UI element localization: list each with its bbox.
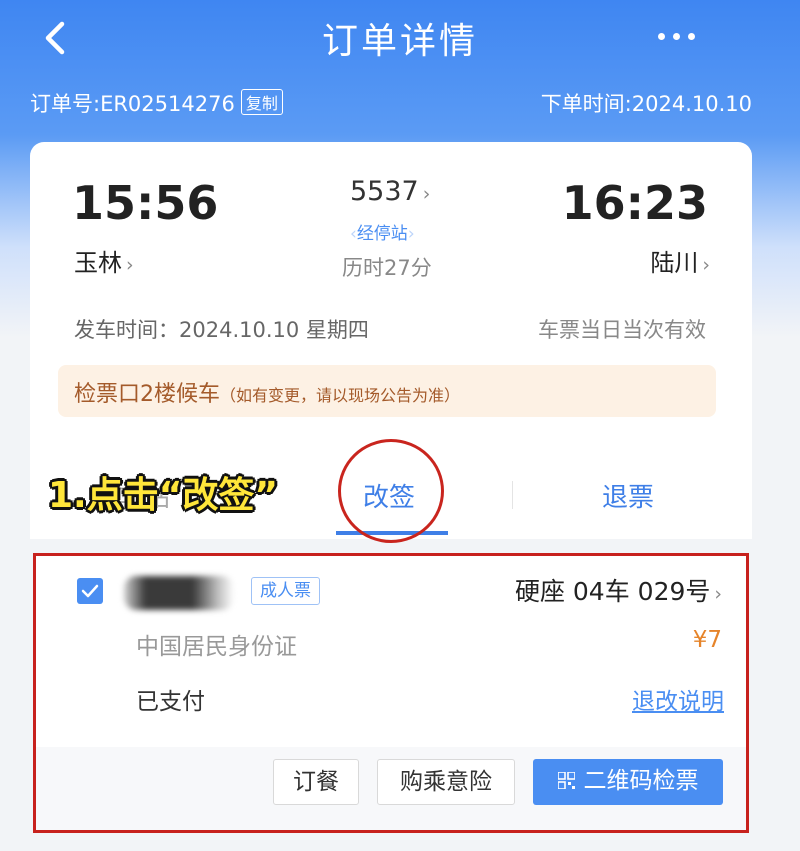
tab-refund[interactable]: 退票	[602, 477, 654, 514]
order-time: 下单时间:2024.10.10	[540, 92, 752, 116]
action-tabs: 在车站 改签 退票 1.点击“改签”	[30, 439, 752, 543]
chevron-right-icon: ›	[714, 583, 722, 605]
ticket-type-badge: 成人票	[251, 577, 320, 605]
from-station-label: 玉林	[74, 249, 122, 277]
copy-button[interactable]: 复制	[240, 89, 283, 115]
stops-label: 经停站	[356, 224, 408, 244]
check-icon	[81, 584, 99, 598]
refund-rules-link[interactable]: 退改说明	[632, 682, 724, 716]
tutorial-annotation: 1.点击“改签”	[48, 475, 279, 516]
seat-info[interactable]: 硬座 04车 029号 ›	[515, 572, 722, 608]
stops-link[interactable]: ‹经停站›	[350, 219, 415, 244]
qr-check-label: 二维码检票	[583, 768, 699, 794]
passenger-ticket: 成人票 硬座 04车 029号 › 中国居民身份证 ¥7 已支付 退改说明 订餐 …	[33, 553, 749, 833]
passenger-checkbox[interactable]	[77, 578, 103, 604]
ticket-validity: 车票当日当次有效	[538, 318, 706, 342]
gate-note: （如有变更，请以现场公告为准）	[220, 386, 461, 405]
to-station-label: 陆川	[650, 249, 699, 277]
qr-check-button[interactable]: 二维码检票	[533, 759, 723, 805]
gate-notice-text: 检票口2楼候车（如有变更，请以现场公告为准）	[74, 376, 460, 408]
buy-insurance-button[interactable]: 购乘意险	[377, 759, 515, 805]
from-station[interactable]: 玉林 ›	[74, 243, 134, 278]
chevron-right-icon: ›	[422, 183, 431, 205]
depart-time: 15:56	[72, 176, 219, 230]
chevron-right-icon: ›	[702, 254, 710, 276]
order-number: 订单号:ER02514276	[30, 92, 235, 116]
payment-status: 已支付	[136, 689, 205, 715]
stop-line-left-icon: ‹	[350, 224, 357, 244]
order-meal-button[interactable]: 订餐	[273, 759, 359, 805]
action-bar: 订餐 购乘意险 二维码检票	[36, 747, 746, 830]
more-dots-icon	[658, 33, 665, 40]
gate-label: 检票口2楼候车	[74, 382, 220, 407]
stop-line-right-icon: ›	[407, 224, 415, 244]
depart-date: 发车时间：2024.10.10 星期四	[74, 318, 369, 342]
order-number-row: 订单号:ER02514276 复制	[30, 88, 283, 118]
qr-code-icon	[557, 772, 575, 789]
to-station[interactable]: 陆川 ›	[650, 243, 710, 278]
arrive-time: 16:23	[561, 176, 708, 230]
annotation-circle	[338, 439, 444, 543]
train-number-label: 5537	[350, 176, 419, 207]
passenger-name-redacted	[124, 576, 234, 610]
gate-notice: 检票口2楼候车（如有变更，请以现场公告为准）	[58, 365, 716, 417]
trip-duration: 历时27分	[342, 256, 432, 280]
chevron-right-icon: ›	[126, 254, 134, 276]
ticket-price: ¥7	[692, 627, 722, 653]
tab-divider	[512, 481, 513, 509]
more-menu-button[interactable]	[650, 18, 702, 54]
id-type: 中国居民身份证	[136, 634, 297, 660]
trip-card: 15:56 16:23 玉林 › 陆川 › 5537 › ‹经停站› 历时27分 发车…	[30, 142, 752, 447]
seat-label: 硬座 04车 029号	[514, 577, 711, 606]
train-number[interactable]: 5537 ›	[350, 176, 430, 207]
